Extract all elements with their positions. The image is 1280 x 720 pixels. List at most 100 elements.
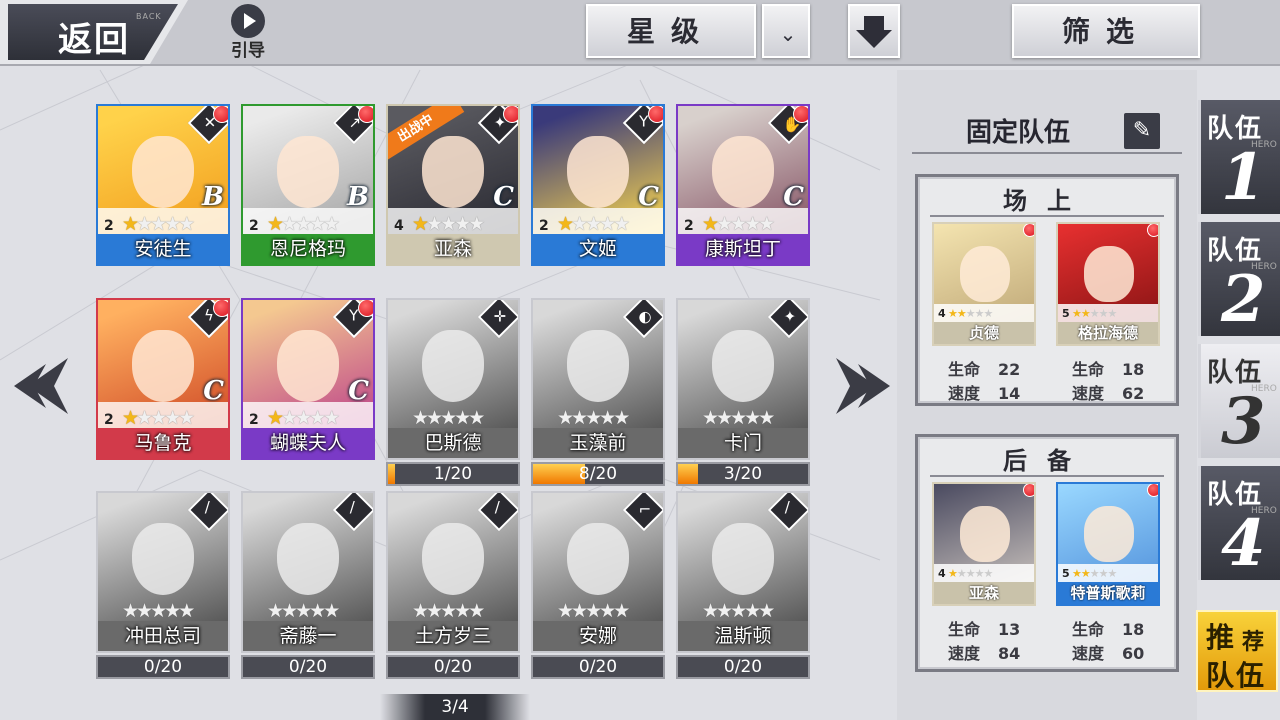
divider <box>930 475 1164 477</box>
back-label: 返回 <box>58 20 130 60</box>
star-rating: ★★★★★ <box>557 600 630 622</box>
notification-dot <box>358 300 373 317</box>
star-rating: ★★★★★ <box>412 600 485 622</box>
hero-name: 巴斯德 <box>388 428 518 458</box>
hero-name: 土方岁三 <box>388 621 518 651</box>
member-speed: 速度 62 <box>1072 380 1144 404</box>
member-hp: 生命 13 <box>948 616 1020 640</box>
next-page-arrow-icon[interactable] <box>824 354 894 418</box>
team-tab-number: 1 <box>1221 140 1266 215</box>
team-tab-number: 2 <box>1221 262 1266 337</box>
hp-label: 生命 <box>1072 620 1105 639</box>
hero-card[interactable]: / ★★★★★ 冲田总司 <box>96 491 230 653</box>
hp-label: 生命 <box>948 620 981 639</box>
hero-face <box>422 136 484 208</box>
hero-face <box>712 136 774 208</box>
hero-face <box>712 523 774 595</box>
hero-card[interactable]: / ★★★★★ 斋藤一 <box>241 491 375 653</box>
recommend-label-3: 队伍 <box>1206 659 1267 692</box>
recommend-team-button[interactable]: 推 荐 队伍 <box>1196 610 1278 692</box>
field-title: 场上 <box>1003 187 1091 215</box>
hero-card[interactable]: ✛ ★★★★★ 巴斯德 <box>386 298 520 460</box>
notification-dot <box>1023 224 1034 237</box>
hero-face <box>277 523 339 595</box>
hero-card[interactable]: ✕ B 2 ★★★★★ 安徒生 <box>96 104 230 266</box>
hero-card[interactable]: Y C 2 ★★★★★ 蝴蝶夫人 <box>241 298 375 460</box>
member-level: 5 <box>1062 567 1070 580</box>
team-tab-4[interactable]: 队伍 HERO 4 <box>1198 466 1280 581</box>
sort-direction-button[interactable] <box>848 4 900 58</box>
hero-card[interactable]: / ★★★★★ 温斯顿 <box>676 491 810 653</box>
reserve-title: 后备 <box>1003 447 1091 475</box>
hp-value: 13 <box>998 620 1021 639</box>
hero-card[interactable]: ϟ C 2 ★★★★★ 马鲁克 <box>96 298 230 460</box>
notification-dot <box>1147 484 1158 497</box>
member-face <box>960 246 1010 302</box>
guide-label: 引导 <box>231 41 265 61</box>
hero-face <box>277 136 339 208</box>
hero-level: 2 <box>684 218 694 234</box>
hero-card[interactable]: ✦ C 4 ★★★★★ 亚森 出战中 <box>386 104 520 266</box>
hero-name: 卡门 <box>678 428 808 458</box>
sort-button[interactable]: 星级 <box>586 4 756 58</box>
hero-card[interactable]: ↗ B 2 ★★★★★ 恩尼格玛 <box>241 104 375 266</box>
recommend-label-1: 推 <box>1206 621 1235 654</box>
hero-name: 亚森 <box>388 234 518 264</box>
team-member-card[interactable]: 5 ★★★★★ 特普斯歌莉 <box>1056 482 1160 606</box>
member-stars: ★★★★★ <box>1072 307 1117 320</box>
star-rating: ★★★★★ <box>702 407 775 429</box>
speed-value: 62 <box>1122 384 1145 403</box>
hero-card[interactable]: ✋ C 2 ★★★★★ 康斯坦丁 <box>676 104 810 266</box>
team-member-card[interactable]: 4 ★★★★★ 亚森 <box>932 482 1036 606</box>
hero-name: 冲田总司 <box>98 621 228 651</box>
member-level: 5 <box>1062 307 1070 320</box>
member-hp: 生命 22 <box>948 356 1020 380</box>
hero-level: 2 <box>104 218 114 234</box>
member-speed: 速度 14 <box>948 380 1020 404</box>
member-hp: 生命 18 <box>1072 356 1144 380</box>
team-tab-2[interactable]: 队伍 HERO 2 <box>1198 222 1280 337</box>
notification-dot <box>503 106 518 123</box>
shard-progress: 0/20 <box>676 655 810 679</box>
member-name: 格拉海德 <box>1058 322 1158 344</box>
hp-label: 生命 <box>948 360 981 379</box>
prev-page-arrow-icon[interactable] <box>10 354 80 418</box>
team-tab-3[interactable]: 队伍 HERO 3 <box>1198 344 1280 459</box>
member-level: 4 <box>938 307 946 320</box>
shard-progress: 0/20 <box>96 655 230 679</box>
team-member-card[interactable]: 4 ★★★★★ 贞德 <box>932 222 1036 346</box>
hero-name: 温斯顿 <box>678 621 808 651</box>
filter-button[interactable]: 筛选 <box>1012 4 1200 58</box>
hero-card[interactable]: ◐ ★★★★★ 玉藻前 <box>531 298 665 460</box>
notification-dot <box>358 106 373 123</box>
hero-face <box>567 136 629 208</box>
edit-icon[interactable]: ✎ <box>1124 113 1160 149</box>
star-rating: ★★★★★ <box>412 213 485 235</box>
star-rating: ★★★★★ <box>557 213 630 235</box>
shard-progress-text: 0/20 <box>578 657 618 677</box>
shard-progress-text: 1/20 <box>433 464 473 484</box>
hero-card[interactable]: ⌐ ★★★★★ 安娜 <box>531 491 665 653</box>
hero-card[interactable]: / ★★★★★ 土方岁三 <box>386 491 520 653</box>
guide-button[interactable]: 引导 <box>222 4 274 64</box>
shard-progress-text: 0/20 <box>723 657 763 677</box>
star-rating: ★★★★★ <box>702 600 775 622</box>
shard-progress: 1/20 <box>386 462 520 486</box>
star-rating: ★★★★★ <box>557 407 630 429</box>
star-rating: ★★★★★ <box>412 407 485 429</box>
divider <box>930 215 1164 217</box>
member-speed: 速度 84 <box>948 640 1020 664</box>
shard-progress-text: 3/20 <box>723 464 763 484</box>
shard-progress-text: 8/20 <box>578 464 618 484</box>
team-member-card[interactable]: 5 ★★★★★ 格拉海德 <box>1056 222 1160 346</box>
star-rating: ★★★★★ <box>122 600 195 622</box>
hp-value: 22 <box>998 360 1021 379</box>
notification-dot <box>648 106 663 123</box>
team-tab-1[interactable]: 队伍 HERO 1 <box>1198 100 1280 215</box>
sort-order-toggle[interactable]: ⌄ <box>762 4 810 58</box>
sort-label: 星级 <box>626 15 715 48</box>
hero-name: 玉藻前 <box>533 428 663 458</box>
member-name: 贞德 <box>934 322 1034 344</box>
hero-card[interactable]: ✦ ★★★★★ 卡门 <box>676 298 810 460</box>
hero-card[interactable]: Y C 2 ★★★★★ 文姬 <box>531 104 665 266</box>
